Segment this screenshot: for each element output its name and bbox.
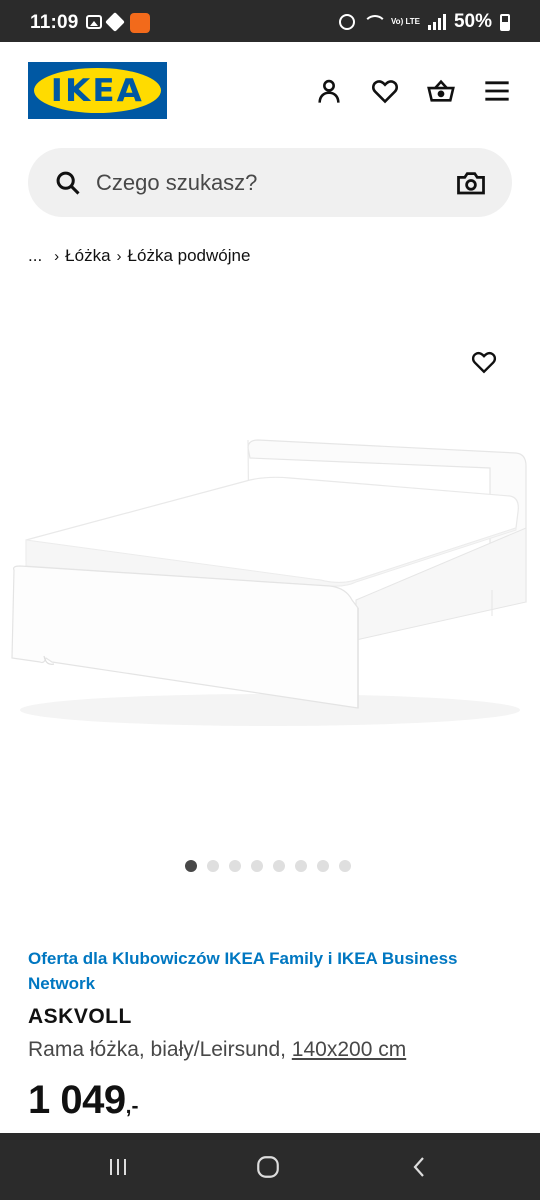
product-description: Rama łóżka, biały/Leirsund, 140x200 cm xyxy=(28,1038,406,1062)
volte-label: Vo) LTE xyxy=(390,17,420,26)
breadcrumb-item-beds[interactable]: Łóżka xyxy=(65,246,110,266)
carousel-dot[interactable] xyxy=(273,860,285,872)
search-input[interactable] xyxy=(96,166,426,200)
back-icon xyxy=(413,1157,424,1177)
breadcrumb-ellipsis[interactable]: ... xyxy=(28,246,42,266)
product-name: ASKVOLL xyxy=(28,1005,132,1028)
chevron-right-icon: › xyxy=(116,247,122,265)
price-suffix: ,- xyxy=(125,1095,139,1118)
basket-icon xyxy=(427,79,455,102)
status-bar: 11:09 Vo) LTE 50% xyxy=(0,0,540,42)
temu-notification-icon xyxy=(130,13,150,33)
carousel-dot[interactable] xyxy=(207,860,219,872)
heart-icon xyxy=(471,352,497,374)
wishlist-button[interactable] xyxy=(368,74,402,108)
carousel-dot[interactable] xyxy=(339,860,351,872)
heart-icon xyxy=(372,80,398,104)
recent-apps-icon xyxy=(110,1159,126,1175)
ikea-logo-text: IKEA xyxy=(50,72,145,109)
menu-icon xyxy=(485,81,509,101)
recent-apps-button[interactable] xyxy=(98,1153,138,1181)
search-icon xyxy=(56,171,80,195)
camera-icon[interactable] xyxy=(456,168,486,198)
carousel-dot[interactable] xyxy=(317,860,329,872)
price-value: 1 049 xyxy=(28,1078,126,1122)
carousel-dot[interactable] xyxy=(251,860,263,872)
back-button[interactable] xyxy=(400,1153,440,1181)
account-button[interactable] xyxy=(312,74,346,108)
ikea-logo-oval: IKEA xyxy=(34,68,161,113)
product-size-link[interactable]: 140x200 cm xyxy=(292,1038,406,1061)
battery-icon xyxy=(500,13,510,31)
product-image[interactable] xyxy=(0,290,540,850)
product-description-text: Rama łóżka, biały/Leirsund, xyxy=(28,1038,292,1061)
carousel-dot[interactable] xyxy=(185,860,197,872)
signal-icon xyxy=(427,14,446,30)
wifi-icon xyxy=(362,15,387,29)
system-nav-bar xyxy=(0,1133,540,1200)
carousel-dot[interactable] xyxy=(295,860,307,872)
account-icon xyxy=(318,79,340,103)
product-price: 1 049 ,- xyxy=(28,1078,138,1123)
battery-percent: 50% xyxy=(453,11,492,32)
carousel-dots xyxy=(185,860,351,872)
family-offer-link[interactable]: Oferta dla Klubowiczów IKEA Family i IKE… xyxy=(28,946,498,996)
alarm-icon xyxy=(338,14,355,30)
breadcrumb: ... › Łóżka › Łóżka podwójne xyxy=(28,246,250,266)
gallery-notification-icon xyxy=(86,15,102,29)
breadcrumb-item-double-beds[interactable]: Łóżka podwójne xyxy=(128,246,251,266)
ikea-logo[interactable]: IKEA xyxy=(28,62,167,119)
carousel-dot[interactable] xyxy=(229,860,241,872)
status-right: Vo) LTE 50% xyxy=(338,11,510,33)
pin-notification-icon xyxy=(105,12,125,32)
home-button[interactable] xyxy=(248,1153,288,1181)
menu-button[interactable] xyxy=(480,74,514,108)
home-icon xyxy=(257,1156,279,1178)
search-bar[interactable] xyxy=(28,148,512,217)
basket-button[interactable] xyxy=(424,74,458,108)
status-time: 11:09 xyxy=(30,12,79,33)
chevron-right-icon: › xyxy=(54,247,60,265)
favorite-button[interactable] xyxy=(467,345,501,379)
